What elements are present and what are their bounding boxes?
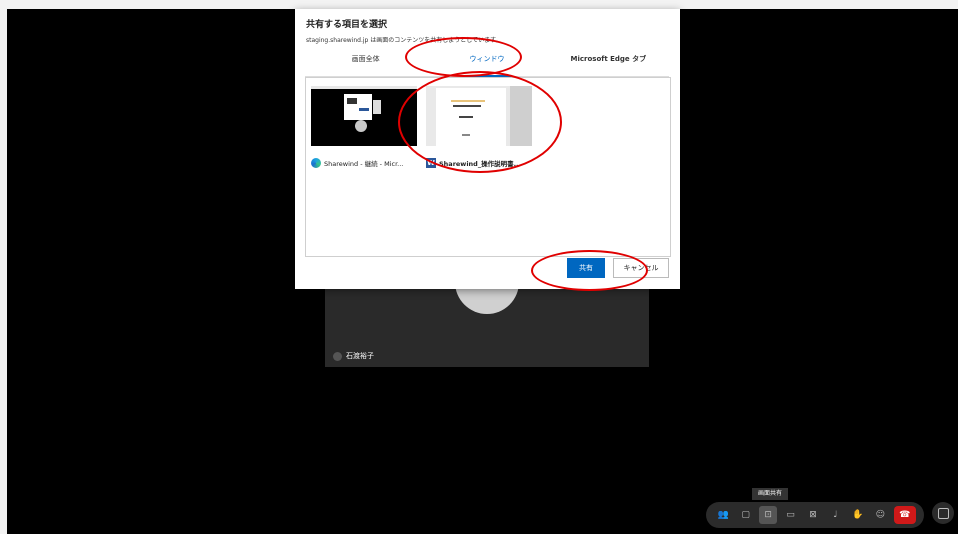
comment-icon[interactable]: ▭ (782, 506, 800, 524)
share-picker-dialog: 共有する項目を選択 staging.sharewind.jp は画面のコンテンツ… (295, 9, 680, 289)
dialog-title: 共有する項目を選択 (306, 20, 388, 30)
share-button[interactable]: 共有 (567, 258, 605, 278)
word-icon: W (426, 158, 436, 168)
chat-icon[interactable]: ▢ (737, 506, 755, 524)
window-thumbnail-edge (311, 86, 417, 146)
window-thumbnail-word (426, 86, 532, 146)
participant-name-tag: 石渡裕子 (333, 351, 374, 361)
participant-name: 石渡裕子 (346, 352, 374, 360)
tab-entire-screen[interactable]: 画面全体 (305, 52, 426, 76)
meeting-toolbar: 👥 ▢ ⊡ ▭ ⊠ ♩ ✋ ☺ ☎ (706, 502, 924, 528)
window-label-edge: Sharewind - 継続 - Micr... (311, 158, 421, 168)
mic-off-icon[interactable]: ♩ (826, 506, 844, 524)
tab-window[interactable]: ウィンドウ (426, 52, 547, 77)
window-item-word[interactable]: W Sharewind_操作説明書... (426, 86, 536, 168)
window-list: Sharewind - 継続 - Micr... W Sharewind_操作説… (305, 77, 671, 257)
edge-icon (311, 158, 321, 168)
tab-edge-tab[interactable]: Microsoft Edge タブ (548, 52, 669, 76)
raise-hand-icon[interactable]: ✋ (849, 506, 867, 524)
share-tabs: 画面全体 ウィンドウ Microsoft Edge タブ (305, 52, 669, 77)
window-label-word: W Sharewind_操作説明書... (426, 158, 521, 168)
participant-video-tile: 石渡裕子 (325, 280, 649, 367)
screen-share-icon[interactable]: ⊡ (759, 506, 778, 524)
hang-up-icon[interactable]: ☎ (893, 506, 916, 524)
cancel-button[interactable]: キャンセル (613, 258, 669, 278)
participants-icon[interactable]: 👥 (714, 506, 732, 524)
screen-share-tooltip: 画面共有 (752, 488, 788, 500)
stop-icon[interactable] (932, 502, 954, 524)
camera-off-icon[interactable]: ⊠ (804, 506, 822, 524)
mic-icon (333, 351, 342, 361)
dialog-subtitle: staging.sharewind.jp は画面のコンテンツを共有しようとしてい… (306, 37, 502, 44)
window-item-edge[interactable]: Sharewind - 継続 - Micr... (311, 86, 421, 168)
add-person-icon[interactable]: ☺ (871, 506, 889, 524)
